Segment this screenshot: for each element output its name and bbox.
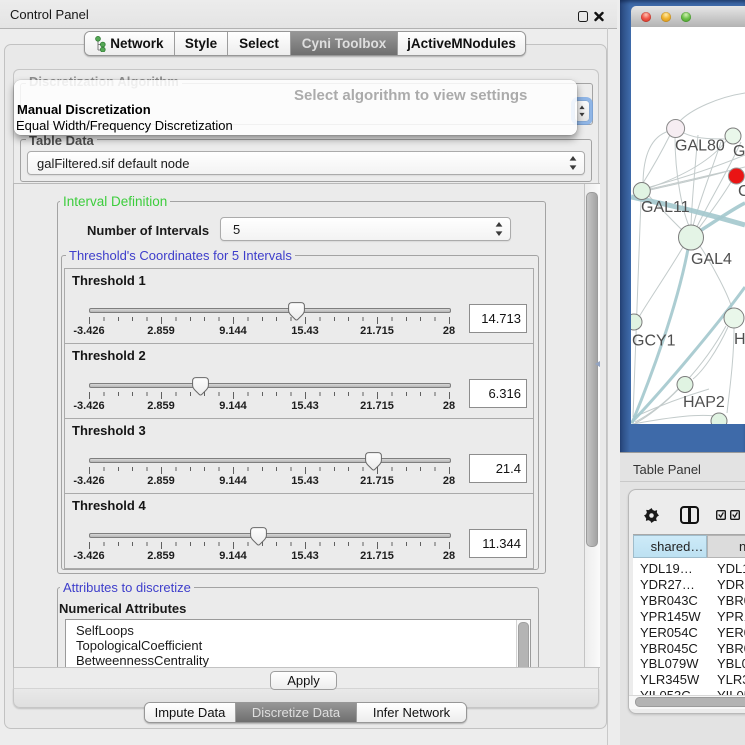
svg-text:GAL4: GAL4 bbox=[691, 251, 732, 268]
svg-text:GCY1: GCY1 bbox=[632, 333, 676, 350]
svg-text:GAL: GAL bbox=[733, 143, 745, 160]
svg-text:HAP2: HAP2 bbox=[683, 394, 725, 411]
svg-text:GAL80: GAL80 bbox=[675, 138, 725, 155]
svg-text:HAP: HAP bbox=[734, 331, 745, 348]
svg-text:CY: CY bbox=[738, 183, 745, 200]
svg-text:GAL11: GAL11 bbox=[641, 199, 690, 216]
